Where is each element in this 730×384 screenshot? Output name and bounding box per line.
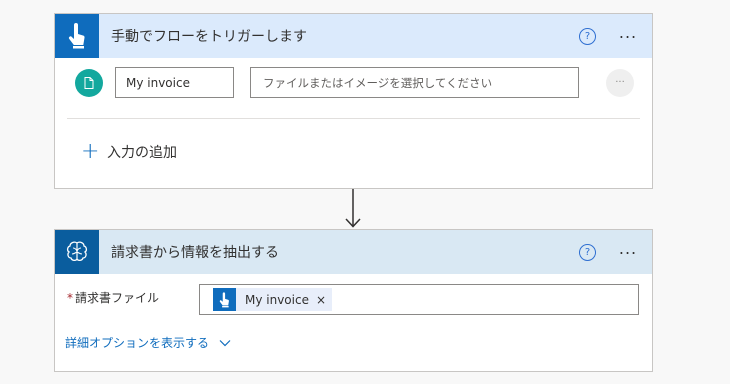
chevron-down-icon (219, 339, 231, 346)
add-input-button[interactable]: + 入力の追加 (81, 139, 177, 164)
ai-brain-icon (55, 230, 99, 274)
touch-hand-icon (55, 14, 99, 58)
trigger-input-row: ... (55, 66, 652, 98)
help-icon[interactable]: ? (579, 243, 596, 261)
action-card: 請求書から情報を抽出する ? ... * 請求書ファイル My invoice ×… (54, 229, 653, 372)
help-icon[interactable]: ? (579, 27, 596, 45)
divider (67, 118, 640, 119)
dynamic-content-token[interactable]: My invoice × (213, 288, 333, 311)
action-card-header[interactable]: 請求書から情報を抽出する ? ... (55, 230, 652, 274)
required-mark: * (67, 291, 73, 305)
input-more-button[interactable]: ... (606, 69, 634, 97)
advanced-link-label: 詳細オプションを表示する (65, 336, 210, 350)
action-title: 請求書から情報を抽出する (111, 245, 279, 261)
invoice-file-field[interactable]: My invoice × (199, 284, 639, 315)
token-remove-button[interactable]: × (316, 293, 326, 307)
invoice-file-label-text: 請求書ファイル (75, 291, 160, 305)
arrow-down-icon (345, 189, 361, 228)
input-value-field[interactable] (250, 67, 579, 98)
trigger-card-header[interactable]: 手動でフローをトリガーします ? ... (55, 14, 652, 58)
token-label: My invoice (245, 292, 309, 307)
touch-hand-icon (213, 288, 236, 311)
trigger-card: 手動でフローをトリガーします ? ... ... + 入力の追加 (54, 13, 653, 189)
file-icon (75, 69, 103, 97)
action-more-button[interactable]: ... (616, 241, 640, 260)
input-name-field[interactable] (115, 67, 234, 98)
add-input-label: 入力の追加 (107, 145, 177, 161)
trigger-more-button[interactable]: ... (616, 25, 640, 44)
show-advanced-options-link[interactable]: 詳細オプションを表示する (65, 334, 231, 351)
invoice-file-label: * 請求書ファイル (67, 289, 159, 306)
trigger-title: 手動でフローをトリガーします (111, 29, 307, 45)
plus-icon: + (81, 139, 100, 164)
